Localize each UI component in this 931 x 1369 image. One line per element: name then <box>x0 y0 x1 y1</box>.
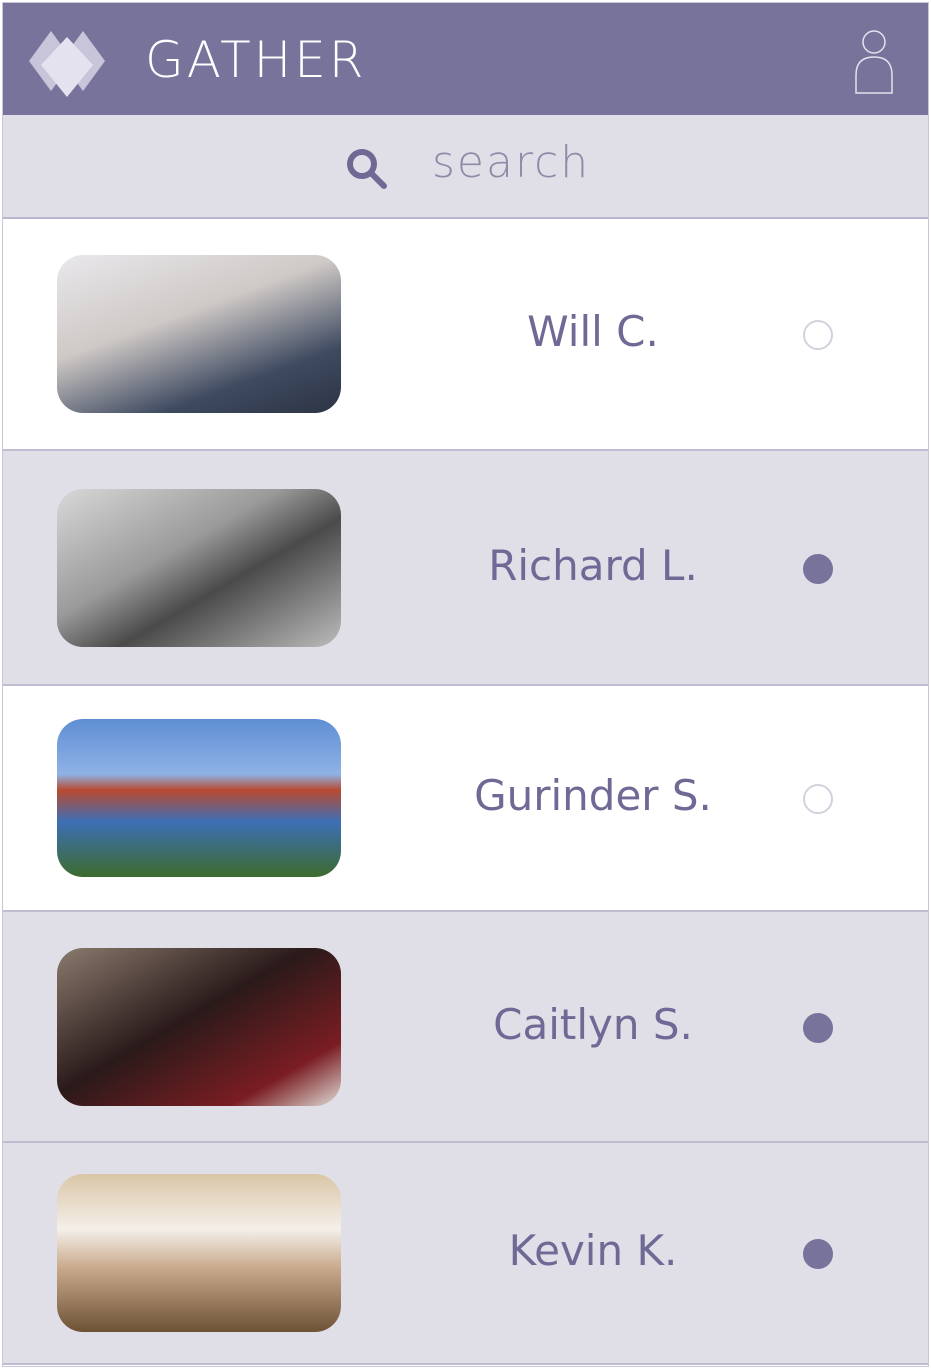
person-photo <box>57 254 341 413</box>
app-title: GATHER <box>145 31 367 89</box>
person-photo <box>57 1174 341 1332</box>
person-row[interactable]: Will C. <box>3 218 928 451</box>
search-input[interactable] <box>430 136 734 189</box>
person-row[interactable]: Kevin K. <box>3 1143 928 1365</box>
person-row[interactable]: Gurinder S. <box>3 686 928 912</box>
person-name: Caitlyn S. <box>493 999 693 1049</box>
unselected-circle-icon[interactable] <box>803 319 833 350</box>
person-photo <box>57 719 341 877</box>
selected-dot-icon[interactable] <box>803 1012 833 1043</box>
person-name: Gurinder S. <box>474 771 712 820</box>
person-row[interactable]: Richard L. <box>3 451 928 686</box>
person-name: Richard L. <box>488 540 698 590</box>
person-name: Will C. <box>527 306 659 356</box>
person-row[interactable]: Caitlyn S. <box>3 912 928 1143</box>
person-photo <box>57 488 341 647</box>
unselected-circle-icon[interactable] <box>803 784 833 814</box>
person-name: Kevin K. <box>508 1226 678 1275</box>
person-photo <box>57 947 341 1106</box>
diamond-logo-icon <box>29 31 105 97</box>
selected-dot-icon[interactable] <box>803 1239 833 1269</box>
search-icon[interactable] <box>344 146 392 194</box>
user-icon[interactable] <box>851 29 897 95</box>
selected-dot-icon[interactable] <box>803 553 833 584</box>
header: GATHER <box>3 3 928 115</box>
